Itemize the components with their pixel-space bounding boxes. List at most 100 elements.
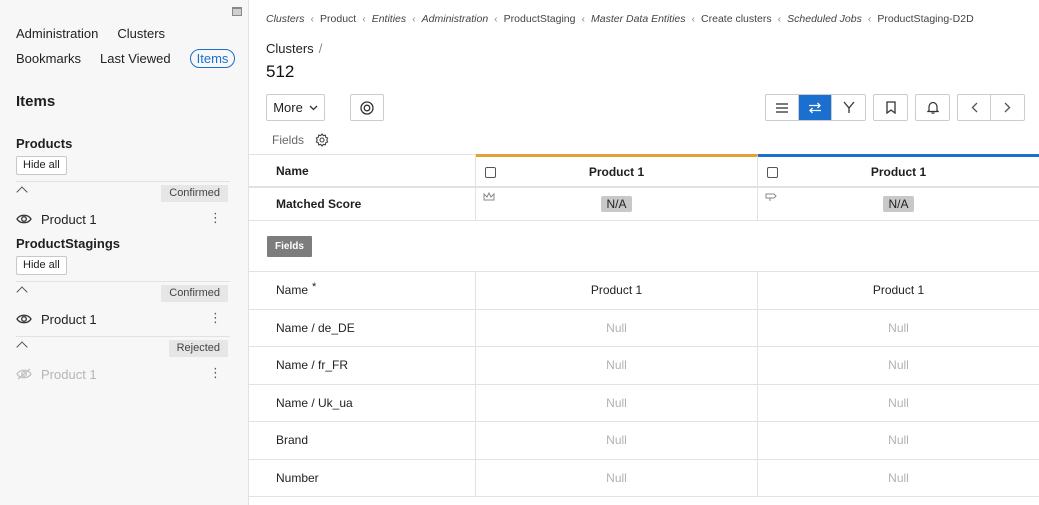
breadcrumb-item[interactable]: Product	[320, 13, 356, 25]
kebab-menu-icon[interactable]: ⋮	[209, 211, 222, 224]
group-title-products: Products	[16, 136, 73, 151]
breadcrumb-item[interactable]: Master Data Entities	[591, 13, 686, 25]
record-1-title[interactable]: Product 1	[589, 165, 644, 179]
status-row-products-confirmed[interactable]: Confirmed	[16, 181, 230, 203]
hide-all-products-button[interactable]: Hide all	[16, 156, 67, 175]
chevron-down-icon	[309, 105, 318, 110]
field-value-cell[interactable]: Product 1	[758, 272, 1039, 309]
chevron-up-icon[interactable]	[16, 341, 28, 353]
breadcrumb-item[interactable]: ProductStaging	[504, 13, 576, 25]
swap-arrows-icon	[809, 102, 821, 113]
field-value-cell[interactable]: Null	[758, 422, 1039, 459]
sidebar-title: Items	[16, 93, 56, 110]
matched-score-value: N/A	[601, 196, 632, 212]
item-label: Product 1	[41, 366, 97, 382]
matched-score-label: Matched Score	[249, 188, 476, 220]
table-row: Name / Uk_ua Null Null	[249, 384, 1039, 422]
gear-icon[interactable]	[315, 133, 329, 147]
list-view-button[interactable]	[766, 95, 799, 120]
select-record-1-checkbox[interactable]	[485, 167, 496, 178]
select-record-2-checkbox[interactable]	[767, 167, 778, 178]
breadcrumb-separator: ‹	[362, 13, 366, 25]
nav-last-viewed[interactable]: Last Viewed	[100, 51, 171, 66]
field-value-cell[interactable]: Null	[476, 384, 758, 421]
chevron-up-icon[interactable]	[16, 286, 28, 298]
field-value-cell[interactable]: Null	[758, 385, 1039, 422]
list-item-productstagings-product-1[interactable]: Product 1 ⋮	[16, 309, 230, 329]
next-button[interactable]	[991, 95, 1024, 120]
matched-score-cell-2: N/A	[758, 188, 1039, 220]
kebab-menu-icon[interactable]: ⋮	[209, 366, 222, 379]
breadcrumb-separator: ‹	[691, 13, 696, 25]
field-value: Null	[888, 358, 909, 373]
field-name-label: Name / de_DE	[276, 320, 355, 335]
table-row: Name / fr_FR Null Null	[249, 347, 1039, 385]
field-value-cell[interactable]: Null	[476, 459, 758, 496]
chevron-right-icon	[1004, 102, 1011, 113]
field-value-cell[interactable]: Null	[758, 347, 1039, 384]
status-row-productstagings-rejected[interactable]: Rejected	[16, 336, 230, 358]
field-value: Null	[888, 433, 909, 448]
list-item-products-product-1[interactable]: Product 1 ⋮	[16, 209, 230, 229]
comparison-table: Name Product 1 Product 1 Matched Score N…	[249, 154, 1039, 497]
field-value: Null	[888, 320, 909, 335]
required-marker: *	[312, 281, 317, 294]
breadcrumb-item[interactable]: Entities	[372, 13, 406, 25]
chevron-up-icon[interactable]	[16, 186, 28, 198]
breadcrumb: Clusters ‹ Product ‹ Entities ‹ Administration…	[266, 13, 974, 25]
data-rows: Name * Product 1 Product 1 Name / de_DE Null N…	[249, 272, 1039, 497]
notification-button[interactable]	[916, 95, 949, 120]
breadcrumb-item[interactable]: Create clusters	[701, 13, 772, 25]
breadcrumb-separator: ‹	[494, 13, 498, 25]
fields-section-badge: Fields	[267, 235, 312, 257]
eye-icon[interactable]	[16, 313, 32, 325]
target-button[interactable]	[350, 94, 384, 121]
eye-icon[interactable]	[16, 213, 32, 225]
compare-view-button[interactable]	[799, 95, 832, 120]
breadcrumb-item[interactable]: Clusters	[266, 13, 305, 25]
sidebar-nav-bottom: Bookmarks Last Viewed Items	[16, 49, 236, 68]
breadcrumb-item[interactable]: Scheduled Jobs	[787, 13, 862, 25]
field-name-cell: Name *	[249, 272, 476, 309]
field-name-cell: Name / de_DE	[249, 309, 476, 346]
field-value-cell[interactable]: Product 1	[476, 272, 758, 309]
field-value-cell[interactable]: Null	[476, 309, 758, 346]
field-value-cell[interactable]: Null	[758, 460, 1039, 497]
nav-items[interactable]: Items	[189, 49, 236, 68]
field-value: Null	[606, 395, 627, 410]
field-name-label: Brand	[276, 433, 309, 448]
item-label: Product 1	[41, 211, 97, 227]
section-label[interactable]: Clusters	[266, 41, 314, 56]
more-button[interactable]: More	[266, 94, 325, 121]
field-value: Null	[606, 320, 627, 335]
status-row-productstagings-confirmed[interactable]: Confirmed	[16, 281, 230, 303]
kebab-menu-icon[interactable]: ⋮	[209, 311, 222, 324]
collapse-sidebar-icon[interactable]	[232, 7, 242, 16]
prev-button[interactable]	[958, 95, 991, 120]
sidebar: Administration Clusters Bookmarks Last V…	[0, 0, 249, 505]
main-content: Clusters ‹ Product ‹ Entities ‹ Administration…	[249, 0, 1039, 505]
merge-view-button[interactable]	[832, 95, 865, 120]
field-value-cell[interactable]: Null	[476, 422, 758, 459]
list-item-productstagings-rejected-product-1[interactable]: Product 1 ⋮	[16, 364, 230, 384]
bookmark-button[interactable]	[874, 95, 907, 120]
table-row: Name / de_DE Null Null	[249, 309, 1039, 347]
field-value-cell[interactable]: Null	[476, 347, 758, 384]
field-value-cell[interactable]: Null	[758, 310, 1039, 347]
field-name-label: Number	[276, 470, 319, 485]
pager-group	[957, 94, 1025, 121]
status-badge: Rejected	[168, 340, 228, 357]
record-2-title[interactable]: Product 1	[871, 165, 926, 179]
hide-all-productstagings-button[interactable]: Hide all	[16, 256, 67, 275]
eye-off-icon[interactable]	[16, 368, 32, 380]
nav-clusters[interactable]: Clusters	[117, 26, 165, 41]
matched-score-value: N/A	[883, 196, 914, 212]
record-column-header-1: Product 1	[476, 154, 758, 186]
item-label: Product 1	[41, 311, 97, 327]
breadcrumb-item[interactable]: Administration	[422, 13, 489, 25]
table-header-row: Name Product 1 Product 1	[249, 154, 1039, 188]
nav-administration[interactable]: Administration	[16, 26, 98, 41]
status-badge: Confirmed	[161, 185, 228, 202]
breadcrumb-item[interactable]: ProductStaging-D2D	[877, 13, 973, 25]
nav-bookmarks[interactable]: Bookmarks	[16, 51, 81, 66]
